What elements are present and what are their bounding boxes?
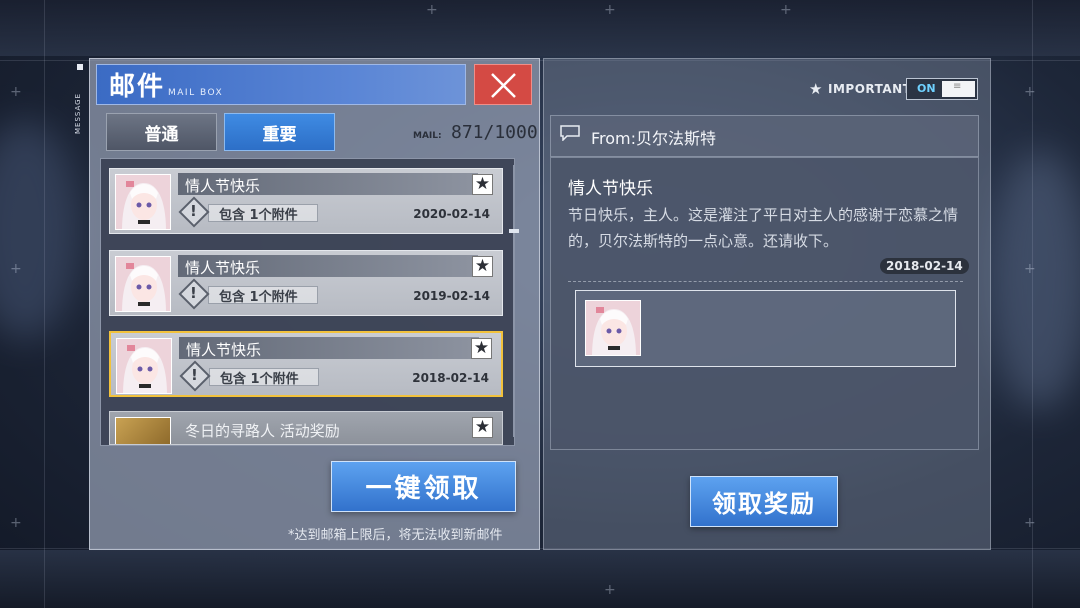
crosshair-icon: + [10, 261, 22, 277]
exclamation-icon: ! [190, 202, 197, 220]
mail-count-label: MAIL: [413, 131, 442, 141]
mail-title: 情人节快乐 [186, 341, 262, 359]
character-portrait-icon [116, 257, 170, 311]
avatar [115, 174, 171, 230]
attachment-text: 包含 1个附件 [219, 208, 298, 223]
mail-detail-title: 情人节快乐 [568, 179, 653, 199]
crosshair-icon: + [1024, 261, 1036, 277]
star-button[interactable]: ★ [472, 174, 493, 195]
grid-line [44, 0, 45, 608]
crosshair-icon: + [604, 2, 616, 18]
star-button[interactable]: ★ [472, 417, 493, 438]
character-portrait-icon [586, 301, 640, 355]
character-portrait-icon [117, 339, 171, 393]
star-icon: ★ [474, 174, 491, 194]
mail-date: 2020-02-14 [413, 207, 490, 221]
list-item[interactable]: 冬日的寻路人 活动奖励 ★ [109, 411, 503, 445]
exclamation-icon: ! [190, 284, 197, 302]
star-button[interactable]: ★ [472, 256, 493, 277]
background-blur [0, 120, 80, 340]
side-label: MESSAGE [74, 93, 82, 134]
claim-all-button[interactable]: 一键领取 [331, 461, 516, 512]
star-icon: ★ [809, 80, 823, 98]
crosshair-icon: + [1024, 84, 1036, 100]
attachment-text: 包含 1个附件 [219, 290, 298, 305]
star-icon: ★ [474, 256, 491, 276]
scrollbar-thumb[interactable] [509, 229, 519, 233]
close-button[interactable] [474, 64, 532, 105]
list-item-selected[interactable]: 情人节快乐 ★ ! 包含 1个附件 2018-02-14 [109, 331, 503, 397]
mail-title: 冬日的寻路人 活动奖励 [185, 422, 340, 440]
crosshair-icon: + [10, 515, 22, 531]
reward-thumbnail [115, 417, 171, 444]
mail-title: 情人节快乐 [185, 177, 261, 195]
crosshair-icon: + [604, 582, 616, 598]
menu-lines-icon: ≡ [953, 81, 962, 92]
character-portrait-icon [116, 175, 170, 229]
list-item[interactable]: 情人节快乐 ★ ! 包含 1个附件 2020-02-14 [109, 168, 503, 234]
crosshair-icon: + [426, 2, 438, 18]
star-button[interactable]: ★ [471, 338, 492, 359]
page-title: 邮件 [109, 72, 166, 102]
star-icon: ★ [474, 417, 491, 437]
mail-sender: From:贝尔法斯特 [591, 129, 717, 148]
mail-detail-date: 2018-02-14 [880, 258, 969, 274]
chat-bubble-icon [560, 125, 580, 141]
important-label: IMPORTANT [828, 82, 912, 96]
background-bottom-bar [0, 550, 1080, 608]
divider [568, 281, 963, 282]
mailbox-limit-note: *达到邮箱上限后，将无法收到新邮件 [288, 528, 503, 543]
mail-date: 2019-02-14 [413, 289, 490, 303]
crosshair-icon: + [10, 84, 22, 100]
tab-normal[interactable]: 普通 [106, 113, 217, 151]
mail-title: 情人节快乐 [185, 259, 261, 277]
avatar [115, 256, 171, 312]
exclamation-icon: ! [191, 366, 198, 384]
claim-reward-button[interactable]: 领取奖励 [690, 476, 838, 527]
star-icon: ★ [473, 338, 490, 358]
scrollbar-track[interactable] [513, 165, 515, 437]
page-subtitle: MAIL BOX [168, 88, 224, 98]
background-top-bar [0, 0, 1080, 56]
attachment-item[interactable] [585, 300, 641, 356]
background-blur [990, 150, 1080, 410]
close-icon [491, 73, 516, 98]
list-item[interactable]: 情人节快乐 ★ ! 包含 1个附件 2019-02-14 [109, 250, 503, 316]
attachment-text: 包含 1个附件 [220, 372, 299, 387]
toggle-state: ON [917, 82, 936, 95]
avatar [116, 338, 172, 394]
crosshair-icon: + [780, 2, 792, 18]
mail-date: 2018-02-14 [412, 371, 489, 385]
mail-body: 节日快乐，主人。这是灌注了平日对主人的感谢于恋慕之情的，贝尔法斯特的一点心意。还… [568, 206, 959, 250]
tab-important[interactable]: 重要 [224, 113, 335, 151]
crosshair-icon: + [1024, 515, 1036, 531]
mail-count: 871/1000 [451, 122, 538, 143]
